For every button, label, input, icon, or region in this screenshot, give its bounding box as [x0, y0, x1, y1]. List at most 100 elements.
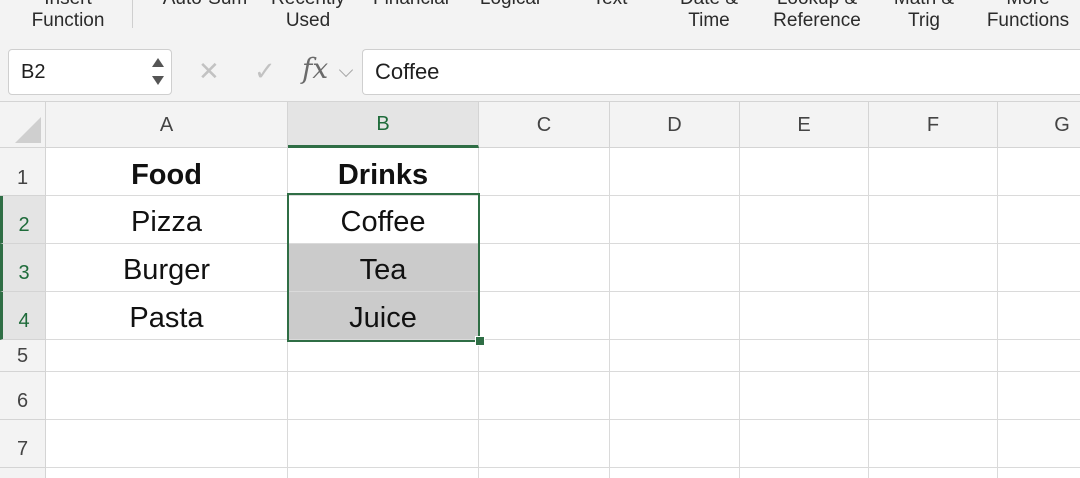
- row-header-4[interactable]: 4: [0, 292, 46, 340]
- more-functions-button[interactable]: More Functions: [976, 0, 1080, 32]
- cell-b3[interactable]: Tea: [288, 244, 479, 292]
- column-header-d[interactable]: D: [610, 102, 740, 148]
- close-icon[interactable]: ✕: [198, 56, 220, 87]
- cell-d5[interactable]: [610, 340, 740, 372]
- down-arrow-icon[interactable]: [152, 76, 164, 85]
- cell-e5[interactable]: [740, 340, 869, 372]
- cell-d2[interactable]: [610, 196, 740, 244]
- column-header-b[interactable]: B: [288, 102, 479, 148]
- cell-b8[interactable]: [288, 468, 479, 478]
- cell-a1[interactable]: Food: [46, 148, 288, 196]
- lookup-reference-button[interactable]: Lookup & Reference: [764, 0, 870, 32]
- cell-c1[interactable]: [479, 148, 610, 196]
- cell-c7[interactable]: [479, 420, 610, 468]
- formula-field[interactable]: [362, 49, 1080, 95]
- column-header-g[interactable]: G: [998, 102, 1080, 148]
- cell-f3[interactable]: [869, 244, 998, 292]
- cell-a3[interactable]: Burger: [46, 244, 288, 292]
- cell-g6[interactable]: [998, 372, 1080, 420]
- spreadsheet-grid: A B C D E F G 1 2 3 4 5 6 7 Food Drinks …: [0, 102, 1080, 478]
- select-all-button[interactable]: [0, 102, 46, 148]
- ribbon-label: Auto-Sum: [150, 0, 260, 10]
- ribbon-label: Math &: [878, 0, 970, 10]
- cell-f1[interactable]: [869, 148, 998, 196]
- cell-d7[interactable]: [610, 420, 740, 468]
- row-header-3[interactable]: 3: [0, 244, 46, 292]
- column-header-a[interactable]: A: [46, 102, 288, 148]
- cell-f8[interactable]: [869, 468, 998, 478]
- cell-d8[interactable]: [610, 468, 740, 478]
- row-header-5[interactable]: 5: [0, 340, 46, 372]
- cell-e3[interactable]: [740, 244, 869, 292]
- cell-e2[interactable]: [740, 196, 869, 244]
- cell-b6[interactable]: [288, 372, 479, 420]
- cell-f5[interactable]: [869, 340, 998, 372]
- checkmark-icon[interactable]: ✓: [254, 56, 276, 87]
- ribbon-label: Lookup &: [764, 0, 870, 10]
- cell-d6[interactable]: [610, 372, 740, 420]
- cell-a8[interactable]: [46, 468, 288, 478]
- ribbon-label: Trig: [907, 10, 941, 31]
- name-box-stepper[interactable]: [151, 54, 165, 90]
- cell-c4[interactable]: [479, 292, 610, 340]
- cell-g2[interactable]: [998, 196, 1080, 244]
- cell-b2[interactable]: Coffee: [288, 196, 479, 244]
- cell-g7[interactable]: [998, 420, 1080, 468]
- column-header-c[interactable]: C: [479, 102, 610, 148]
- cell-g5[interactable]: [998, 340, 1080, 372]
- row-header-1[interactable]: 1: [0, 148, 46, 196]
- logical-button[interactable]: Logical: [472, 0, 548, 10]
- cell-c3[interactable]: [479, 244, 610, 292]
- cell-f6[interactable]: [869, 372, 998, 420]
- column-header-f[interactable]: F: [869, 102, 998, 148]
- cell-b1[interactable]: Drinks: [288, 148, 479, 196]
- auto-sum-button[interactable]: Auto-Sum: [150, 0, 260, 10]
- cell-f4[interactable]: [869, 292, 998, 340]
- insert-function-button[interactable]: Insert Function: [20, 0, 116, 32]
- fill-handle[interactable]: [475, 336, 485, 346]
- cell-b5[interactable]: [288, 340, 479, 372]
- row-header-7[interactable]: 7: [0, 420, 46, 468]
- cell-g3[interactable]: [998, 244, 1080, 292]
- ribbon-label: Logical: [472, 0, 548, 10]
- cell-d1[interactable]: [610, 148, 740, 196]
- cell-c8[interactable]: [479, 468, 610, 478]
- up-arrow-icon[interactable]: [152, 58, 164, 67]
- cell-a7[interactable]: [46, 420, 288, 468]
- cell-c2[interactable]: [479, 196, 610, 244]
- math-trig-button[interactable]: Math & Trig: [878, 0, 970, 32]
- cell-g4[interactable]: [998, 292, 1080, 340]
- cell-b4[interactable]: Juice: [288, 292, 479, 340]
- row-header-2[interactable]: 2: [0, 196, 46, 244]
- cell-e1[interactable]: [740, 148, 869, 196]
- ribbon-label: Time: [688, 10, 730, 31]
- cell-e6[interactable]: [740, 372, 869, 420]
- cell-c5[interactable]: [479, 340, 610, 372]
- cell-e8[interactable]: [740, 468, 869, 478]
- cell-a5[interactable]: [46, 340, 288, 372]
- cell-a6[interactable]: [46, 372, 288, 420]
- cell-e4[interactable]: [740, 292, 869, 340]
- cell-f2[interactable]: [869, 196, 998, 244]
- row-header-6[interactable]: 6: [0, 372, 46, 420]
- formula-input[interactable]: [375, 58, 1055, 86]
- row-header-8[interactable]: [0, 468, 46, 478]
- name-box[interactable]: B2: [8, 49, 172, 95]
- cell-a2[interactable]: Pizza: [46, 196, 288, 244]
- column-header-e[interactable]: E: [740, 102, 869, 148]
- text-button[interactable]: Text: [580, 0, 640, 10]
- cell-f7[interactable]: [869, 420, 998, 468]
- cell-d4[interactable]: [610, 292, 740, 340]
- cell-g1[interactable]: [998, 148, 1080, 196]
- date-time-button[interactable]: Date & Time: [668, 0, 750, 32]
- cell-c6[interactable]: [479, 372, 610, 420]
- cell-a4[interactable]: Pasta: [46, 292, 288, 340]
- financial-button[interactable]: Financial: [362, 0, 460, 10]
- chevron-down-icon[interactable]: [338, 62, 354, 78]
- insert-function-icon[interactable]: fx: [302, 52, 328, 85]
- cell-b7[interactable]: [288, 420, 479, 468]
- recently-used-button[interactable]: Recently Used: [262, 0, 354, 32]
- cell-d3[interactable]: [610, 244, 740, 292]
- cell-e7[interactable]: [740, 420, 869, 468]
- ribbon-label: Recently: [262, 0, 354, 10]
